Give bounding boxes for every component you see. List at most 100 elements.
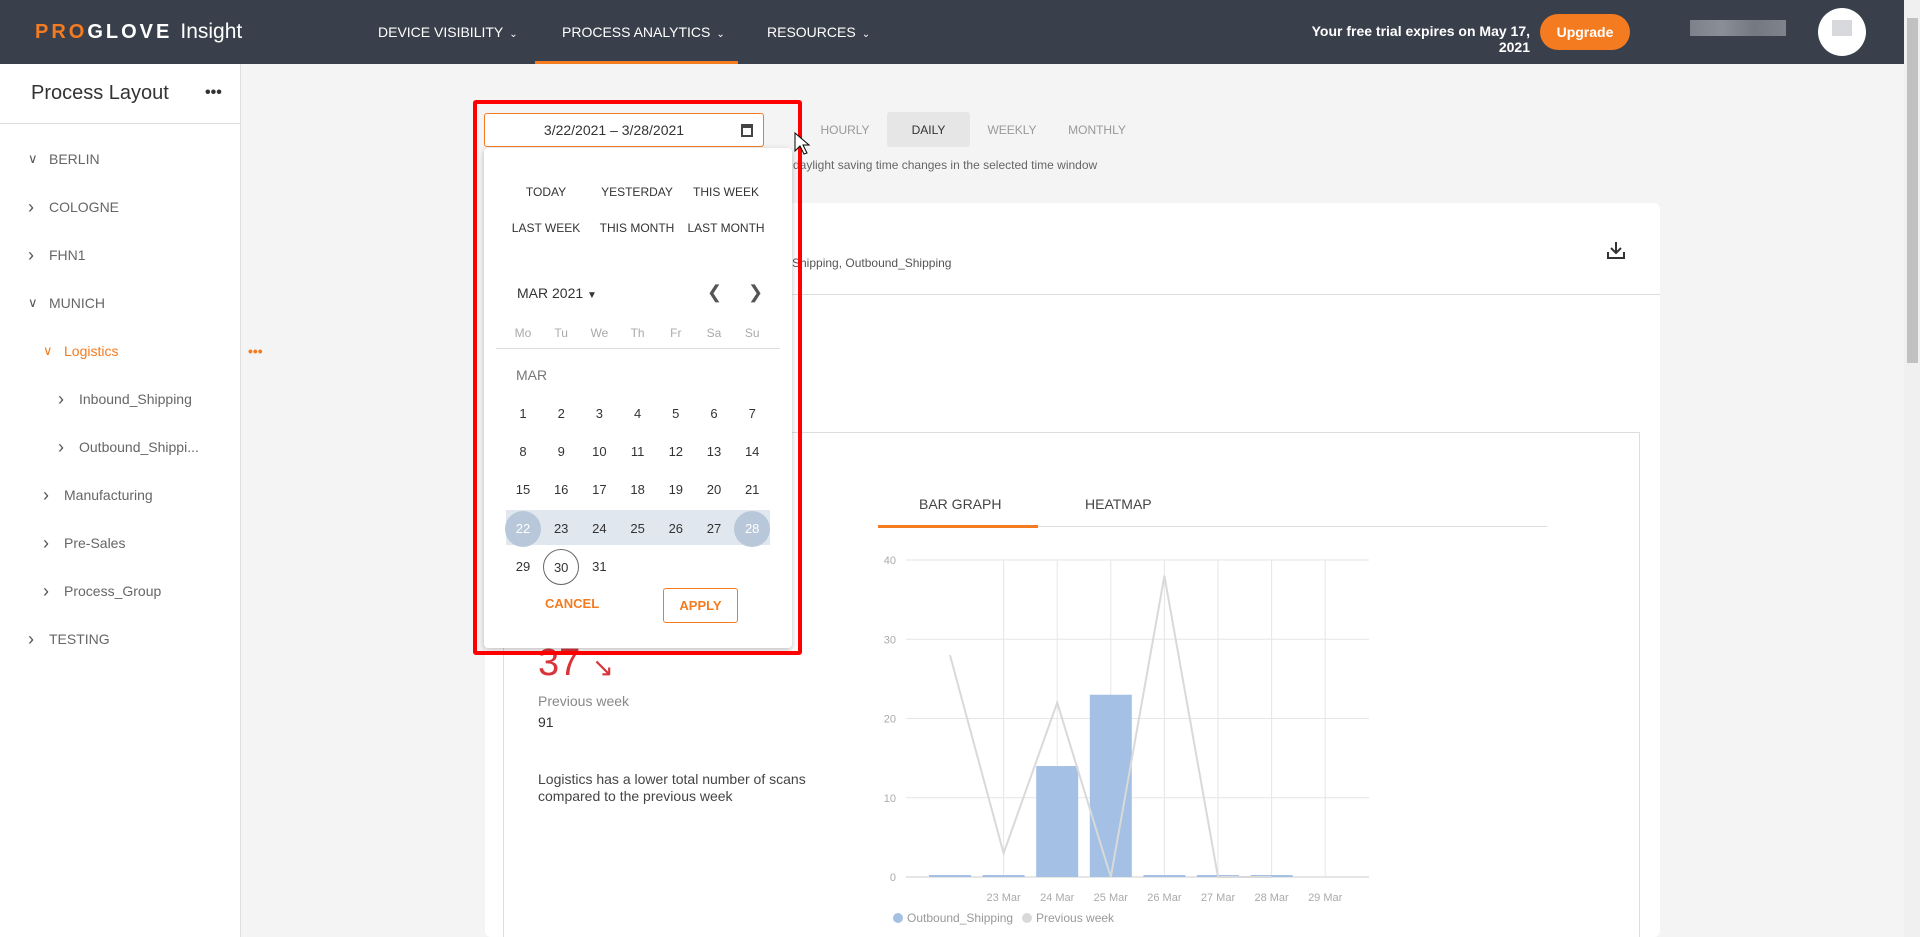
- user-name-redacted: [1690, 20, 1786, 36]
- calendar-day[interactable]: 25: [620, 511, 656, 547]
- avatar[interactable]: [1818, 8, 1866, 56]
- chevron-down-icon: ⌄: [716, 29, 725, 40]
- sidebar-item[interactable]: › Manufacturing: [43, 483, 153, 507]
- calendar-day[interactable]: 1: [505, 396, 541, 432]
- chevron-down-icon: ⌄: [861, 29, 871, 40]
- chevron-right-icon[interactable]: ›: [58, 437, 79, 458]
- sidebar-item[interactable]: › Outbound_Shippi...: [58, 435, 199, 459]
- calendar-day[interactable]: 24: [581, 511, 617, 547]
- calendar-day[interactable]: 6: [696, 396, 732, 432]
- chevron-right-icon[interactable]: ›: [58, 389, 79, 410]
- chevron-right-icon[interactable]: ›: [43, 533, 64, 554]
- bar: [982, 875, 1025, 877]
- quick-range-option[interactable]: YESTERDAY: [587, 185, 687, 199]
- weekday-label: We: [590, 326, 609, 340]
- calendar-day[interactable]: 11: [620, 434, 656, 470]
- calendar-day[interactable]: 30: [543, 548, 580, 585]
- summary-description: Logistics has a lower total number of sc…: [538, 771, 806, 804]
- quick-range-option[interactable]: LAST MONTH: [676, 221, 776, 235]
- y-tick-label: 30: [884, 634, 896, 646]
- quick-range-option[interactable]: TODAY: [496, 185, 596, 199]
- x-tick-label: 28 Mar: [1254, 892, 1289, 904]
- tab-heatmap[interactable]: HEATMAP: [1085, 496, 1152, 512]
- more-options-icon[interactable]: •••: [205, 84, 222, 102]
- proglove-logo[interactable]: PROGLOVE Insight: [35, 20, 242, 44]
- period-daily[interactable]: DAILY: [887, 112, 970, 147]
- sidebar-item[interactable]: › FHN1: [28, 243, 86, 267]
- active-nav-indicator: [535, 61, 738, 64]
- chevron-right-icon[interactable]: ›: [28, 629, 49, 650]
- nav-device-visibility[interactable]: DEVICE VISIBILITY ⌄: [378, 24, 518, 40]
- sidebar-item[interactable]: ∨ BERLIN: [28, 147, 100, 171]
- bar-chart: 0 10 20 30 40 23 Mar 24 Mar 25 Mar 26 Mar 27 Mar 2…: [884, 555, 1369, 904]
- x-tick-label: 25 Mar: [1094, 892, 1129, 904]
- y-tick-label: 0: [890, 872, 896, 884]
- nav-resources[interactable]: RESOURCES ⌄: [767, 24, 870, 40]
- nav-process-analytics[interactable]: PROCESS ANALYTICS ⌄: [562, 24, 725, 40]
- weekday-label: Tu: [554, 326, 568, 340]
- legend-previous-week[interactable]: Previous week: [1022, 911, 1114, 925]
- calendar-day[interactable]: 23: [543, 511, 579, 547]
- period-monthly[interactable]: MONTHLY: [1052, 112, 1142, 147]
- upgrade-button[interactable]: Upgrade: [1540, 14, 1630, 50]
- sidebar-title: Process Layout: [31, 82, 169, 104]
- calendar-day[interactable]: 19: [658, 472, 694, 508]
- calendar-day[interactable]: 12: [658, 434, 694, 470]
- period-hourly[interactable]: HOURLY: [805, 112, 885, 147]
- sidebar-item[interactable]: › COLOGNE: [28, 195, 119, 219]
- mouse-cursor-icon: [794, 132, 811, 155]
- chevron-down-icon[interactable]: ∨: [28, 295, 49, 311]
- sidebar-item[interactable]: › Inbound_Shipping: [58, 387, 192, 411]
- calendar-day[interactable]: 27: [696, 511, 732, 547]
- calendar-day[interactable]: 4: [620, 396, 656, 432]
- scrollbar[interactable]: [1904, 0, 1920, 937]
- y-tick-label: 20: [884, 714, 896, 726]
- calendar-day[interactable]: 26: [658, 511, 694, 547]
- period-weekly[interactable]: WEEKLY: [972, 112, 1052, 147]
- chevron-down-icon: ⌄: [509, 29, 518, 40]
- calendar-day[interactable]: 8: [505, 434, 541, 470]
- calendar-day[interactable]: 31: [581, 549, 617, 585]
- chevron-right-icon[interactable]: ›: [43, 581, 64, 602]
- legend-swatch: [893, 913, 903, 923]
- weekday-label: Th: [630, 326, 645, 340]
- chevron-down-icon[interactable]: ∨: [28, 151, 49, 167]
- scrollbar-thumb[interactable]: [1907, 18, 1918, 363]
- x-tick-label: 27 Mar: [1201, 892, 1236, 904]
- sidebar-item[interactable]: › Process_Group: [43, 579, 161, 603]
- card-subtitle: Shipping, Outbound_Shipping: [792, 256, 952, 270]
- divider: [0, 123, 241, 124]
- sidebar-item[interactable]: › Pre-Sales: [43, 531, 125, 555]
- weekday-label: Sa: [706, 326, 722, 340]
- quick-range-option[interactable]: THIS MONTH: [587, 221, 687, 235]
- active-tab-indicator: [878, 525, 1038, 528]
- calendar-day[interactable]: 2: [543, 396, 579, 432]
- dst-note: daylight saving time changes in the sele…: [793, 158, 1098, 172]
- bar: [1143, 875, 1186, 877]
- calendar-day[interactable]: 28: [734, 510, 771, 547]
- sidebar-item[interactable]: ∨ Logistics •••: [43, 339, 263, 363]
- more-options-icon[interactable]: •••: [248, 343, 263, 359]
- download-icon[interactable]: [1606, 240, 1626, 260]
- calendar-day[interactable]: 29: [505, 549, 541, 585]
- calendar-day[interactable]: 7: [734, 396, 770, 432]
- calendar-day[interactable]: 13: [696, 434, 732, 470]
- legend-outbound-shipping[interactable]: Outbound_Shipping: [893, 911, 1013, 925]
- x-tick-label: 29 Mar: [1308, 892, 1343, 904]
- x-tick-label: 23 Mar: [986, 892, 1021, 904]
- sidebar-item[interactable]: › TESTING: [28, 627, 110, 651]
- calendar-day[interactable]: 5: [658, 396, 694, 432]
- sidebar-item[interactable]: ∨ MUNICH: [28, 291, 105, 315]
- chevron-down-icon[interactable]: ∨: [43, 343, 64, 359]
- quick-range-option[interactable]: LAST WEEK: [496, 221, 596, 235]
- chevron-right-icon[interactable]: ›: [28, 197, 49, 218]
- x-tick-label: 26 Mar: [1147, 892, 1182, 904]
- x-tick-label: 24 Mar: [1040, 892, 1075, 904]
- weekday-label: Fr: [670, 326, 682, 340]
- calendar-day[interactable]: 18: [620, 472, 656, 508]
- chevron-right-icon[interactable]: ›: [28, 245, 49, 266]
- quick-range-option[interactable]: THIS WEEK: [676, 185, 776, 199]
- calendar-day[interactable]: 22: [505, 510, 541, 547]
- tab-bar-graph[interactable]: BAR GRAPH: [919, 496, 1001, 512]
- chevron-right-icon[interactable]: ›: [43, 485, 64, 506]
